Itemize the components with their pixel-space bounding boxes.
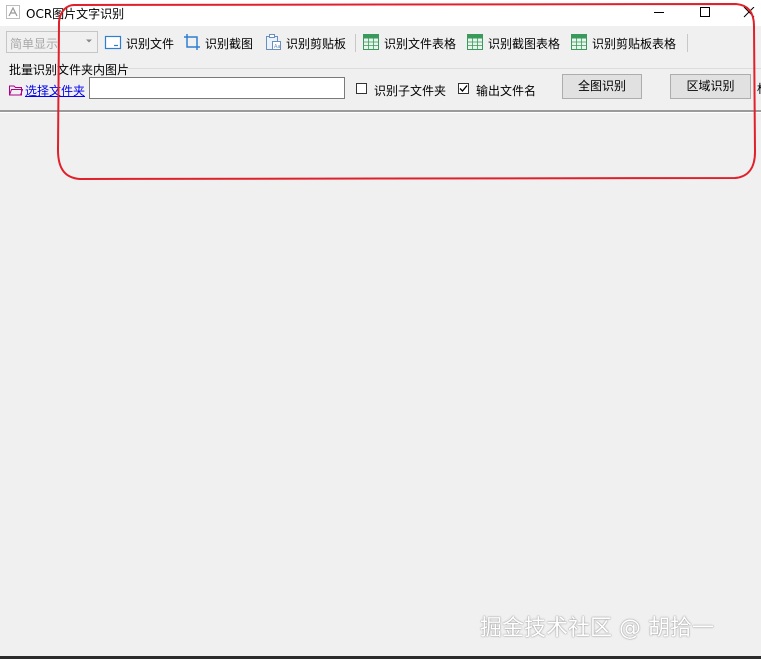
recognize-screenshot-label: 识别截图: [205, 37, 254, 51]
file-icon: [104, 35, 122, 50]
maximize-button[interactable]: [682, 0, 728, 26]
table-icon: [571, 34, 587, 50]
title-bar[interactable]: OCR图片文字识别: [0, 0, 761, 26]
include-subfolders-label: 识别子文件夹: [374, 84, 447, 98]
recognize-clipboard-table-label: 识别剪贴板表格: [592, 37, 677, 51]
batch-section-title: 批量识别文件夹内图片: [9, 63, 130, 77]
recognize-file-label: 识别文件: [126, 37, 175, 51]
folder-path-input[interactable]: [89, 77, 345, 99]
region-recognize-button[interactable]: 区域识别: [670, 74, 751, 99]
window-title: OCR图片文字识别: [26, 7, 125, 21]
group-divider: [120, 68, 761, 69]
toolbar-separator: [687, 34, 688, 52]
checkmark-icon: [459, 85, 468, 92]
display-mode-select[interactable]: 简单显示: [6, 31, 98, 53]
chevron-down-icon: [86, 39, 92, 43]
table-icon: [363, 34, 379, 50]
minimize-icon: [654, 12, 664, 13]
checkbox-box: [458, 83, 469, 94]
truncated-label: 标: [757, 80, 761, 97]
checkbox-box: [356, 83, 367, 94]
clipboard-icon: Aa: [266, 34, 281, 50]
folder-icon: [9, 85, 23, 96]
app-window: OCR图片文字识别 简单显示 识别文件 识别截图 Aa 识别剪贴板 识别文件表格…: [0, 0, 761, 659]
select-folder-label: 选择文件夹: [25, 84, 86, 98]
recognize-clipboard-label: 识别剪贴板: [286, 37, 347, 51]
recognize-file-table-label: 识别文件表格: [384, 37, 457, 51]
recognize-screenshot-table-label: 识别截图表格: [488, 37, 561, 51]
result-area: [0, 113, 761, 656]
output-filename-label: 输出文件名: [476, 84, 537, 98]
display-mode-value: 简单显示: [10, 37, 59, 51]
toolbar-separator: [355, 34, 356, 52]
svg-text:Aa: Aa: [274, 44, 280, 50]
ocr-app-icon: [6, 5, 20, 19]
maximize-icon: [700, 7, 710, 17]
full-image-recognize-button[interactable]: 全图识别: [562, 74, 642, 99]
table-icon: [467, 34, 483, 50]
watermark: 掘金技术社区 @ 胡拾一: [480, 616, 714, 641]
minimize-button[interactable]: [636, 0, 682, 26]
toolbar: 简单显示 识别文件 识别截图 Aa 识别剪贴板 识别文件表格 识别截图表格 识别…: [0, 28, 761, 58]
close-icon: [743, 7, 755, 18]
close-button[interactable]: [726, 0, 761, 26]
crop-icon: [184, 34, 200, 50]
